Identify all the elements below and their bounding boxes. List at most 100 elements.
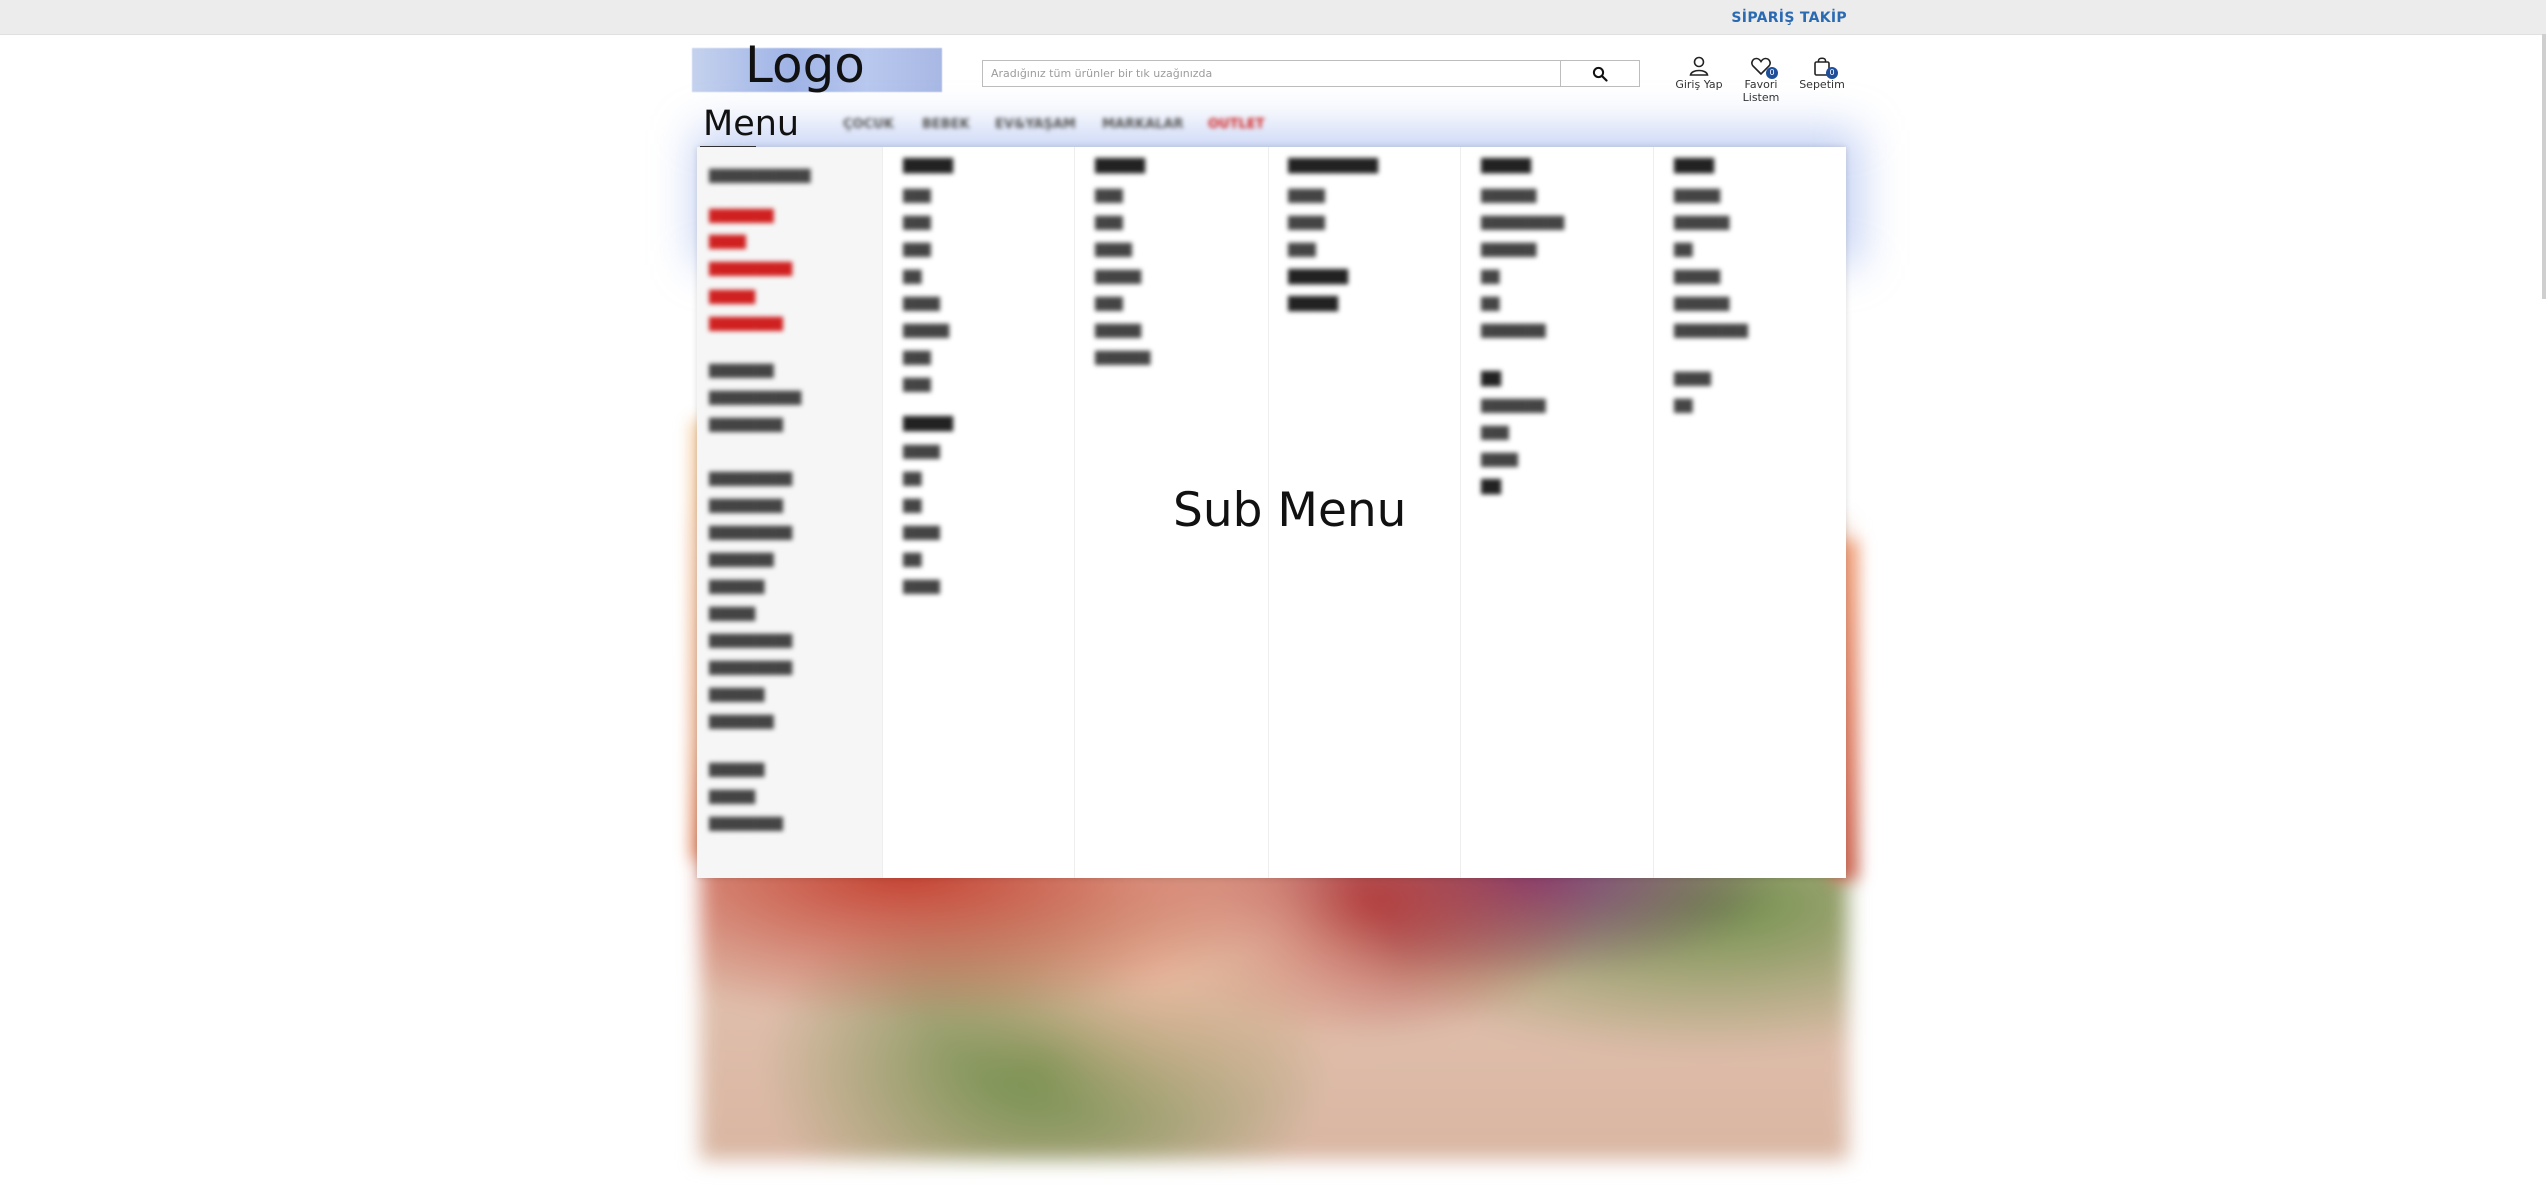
page-scrollbar[interactable]: [2542, 34, 2546, 299]
sub-menu-blurred-heading[interactable]: ██: [1481, 480, 1501, 495]
sub-menu-blurred-link[interactable]: ███: [903, 351, 931, 365]
favorites-count-badge: 0: [1766, 67, 1778, 79]
sub-menu-blurred-link[interactable]: ████: [1095, 243, 1132, 257]
sub-menu-blurred-link[interactable]: ███: [1095, 297, 1123, 311]
sub-menu-blurred-heading[interactable]: █████████: [1288, 159, 1378, 174]
sub-menu-blurred-heading[interactable]: █████: [1481, 159, 1531, 174]
sub-menu-blurred-link[interactable]: ████: [1481, 453, 1518, 467]
sub-menu-panel: ███████████ ███████ ████ █████████ █████…: [697, 147, 1846, 878]
search-input[interactable]: [983, 61, 1574, 86]
sub-menu-blurred-link[interactable]: ███████: [709, 209, 774, 223]
sub-menu-blurred-heading[interactable]: ████: [1674, 159, 1714, 174]
sub-menu-blurred-link[interactable]: ██████████: [709, 391, 801, 405]
sub-menu-blurred-link[interactable]: ██████: [1481, 189, 1536, 203]
sub-menu-blurred-link[interactable]: █████████: [709, 262, 792, 276]
sub-menu-blurred-link[interactable]: ██████: [709, 580, 764, 594]
sub-menu-label: Sub Menu: [1173, 483, 1407, 538]
sub-menu-blurred-link[interactable]: ███████████: [709, 169, 811, 183]
sub-menu-blurred-link[interactable]: ███: [1288, 243, 1316, 257]
sub-menu-blurred-link[interactable]: ██████: [1674, 297, 1729, 311]
sub-menu-blurred-link[interactable]: ████: [903, 580, 940, 594]
search-button[interactable]: [1560, 61, 1639, 86]
sub-menu-blurred-link[interactable]: ██: [1481, 270, 1499, 284]
sub-menu-blurred-link[interactable]: ███: [1481, 426, 1509, 440]
favorites-button[interactable]: 0 Favori Listem: [1730, 55, 1792, 104]
nav-item[interactable]: ÇOCUK: [843, 117, 894, 133]
logo-label: Logo: [745, 36, 865, 94]
sub-menu-blurred-link[interactable]: ██████: [709, 763, 764, 777]
sub-menu-blurred-link[interactable]: ███: [1095, 189, 1123, 203]
sub-menu-blurred-link[interactable]: ██: [903, 270, 921, 284]
sub-menu-blurred-link[interactable]: ██: [903, 472, 921, 486]
sub-menu-blurred-link[interactable]: █████: [1095, 270, 1141, 284]
nav-item[interactable]: MARKALAR: [1102, 117, 1184, 133]
search-icon: [1592, 66, 1608, 82]
sub-menu-blurred-link[interactable]: ██████: [1095, 351, 1150, 365]
sub-menu-blurred-heading[interactable]: █████: [1095, 159, 1145, 174]
sub-menu-blurred-link[interactable]: ████: [1674, 372, 1711, 386]
sub-menu-blurred-link[interactable]: ████: [1288, 189, 1325, 203]
sub-menu-blurred-link[interactable]: █████: [903, 324, 949, 338]
sub-menu-blurred-link[interactable]: ██: [1674, 399, 1692, 413]
column-divider: [1074, 147, 1075, 878]
sub-menu-blurred-link[interactable]: ██████: [1674, 216, 1729, 230]
sub-menu-blurred-heading[interactable]: ██████: [1288, 270, 1348, 285]
login-label: Giriş Yap: [1675, 78, 1723, 91]
sub-menu-blurred-link[interactable]: ████: [1288, 216, 1325, 230]
sub-menu-blurred-link[interactable]: ██████: [709, 688, 764, 702]
sub-menu-blurred-link[interactable]: █████████: [709, 526, 792, 540]
sub-menu-blurred-link[interactable]: █████: [1674, 270, 1720, 284]
sub-menu-blurred-link[interactable]: ███████: [709, 715, 774, 729]
sub-menu-blurred-link[interactable]: █████████: [709, 472, 792, 486]
nav-item-outlet[interactable]: OUTLET: [1208, 117, 1265, 133]
sub-menu-blurred-link[interactable]: █████████: [709, 634, 792, 648]
sub-menu-blurred-link[interactable]: ████████: [709, 817, 783, 831]
sub-menu-blurred-link[interactable]: ████████: [709, 418, 783, 432]
sub-menu-blurred-link[interactable]: █████: [709, 290, 755, 304]
sub-menu-blurred-link[interactable]: ███████: [709, 553, 774, 567]
sub-menu-blurred-link[interactable]: ██: [903, 499, 921, 513]
top-bar: SİPARİŞ TAKİP: [0, 0, 2546, 35]
sub-menu-blurred-heading[interactable]: █████: [903, 417, 953, 432]
sub-menu-blurred-heading[interactable]: █████: [1288, 297, 1338, 312]
cart-button[interactable]: 0 Sepetim: [1794, 55, 1850, 91]
sub-menu-blurred-link[interactable]: ███: [903, 378, 931, 392]
sub-menu-blurred-link[interactable]: █████: [1674, 189, 1720, 203]
sub-menu-blurred-link[interactable]: ████: [903, 526, 940, 540]
sub-menu-blurred-link[interactable]: ████: [903, 445, 940, 459]
favorites-label: Favori Listem: [1742, 78, 1780, 104]
sub-menu-blurred-link[interactable]: ████████: [709, 499, 783, 513]
sub-menu-blurred-link[interactable]: ███: [903, 243, 931, 257]
menu-label[interactable]: Menu: [703, 104, 799, 144]
sub-menu-blurred-link[interactable]: █████: [709, 790, 755, 804]
column-divider: [882, 147, 883, 878]
sub-menu-blurred-link[interactable]: ██████: [1481, 243, 1536, 257]
sub-menu-blurred-link[interactable]: █████: [1095, 324, 1141, 338]
sub-menu-blurred-link[interactable]: ██: [903, 553, 921, 567]
sub-menu-blurred-link[interactable]: ████: [709, 235, 746, 249]
sub-menu-blurred-link[interactable]: ████████: [709, 317, 783, 331]
sub-menu-blurred-link[interactable]: ███████: [1481, 324, 1546, 338]
nav-item[interactable]: BEBEK: [922, 117, 970, 133]
cart-label: Sepetim: [1799, 78, 1845, 91]
sub-menu-blurred-link[interactable]: ██: [1481, 297, 1499, 311]
sub-menu-blurred-heading[interactable]: █████: [903, 159, 953, 174]
sub-menu-blurred-link[interactable]: █████: [709, 607, 755, 621]
sub-menu-blurred-link[interactable]: ███: [1095, 216, 1123, 230]
sub-menu-blurred-link[interactable]: ████: [903, 297, 940, 311]
column-divider: [1460, 147, 1461, 878]
sub-menu-blurred-link[interactable]: ███████: [1481, 399, 1546, 413]
sub-menu-blurred-link[interactable]: ███: [903, 189, 931, 203]
sub-menu-blurred-link[interactable]: ████████: [1674, 324, 1748, 338]
search-bar: [982, 60, 1640, 87]
sub-menu-blurred-link[interactable]: █████████: [709, 661, 792, 675]
sub-menu-blurred-heading[interactable]: ██: [1481, 372, 1501, 387]
login-button[interactable]: Giriş Yap: [1669, 55, 1729, 91]
nav-item[interactable]: EV&YAŞAM: [995, 117, 1076, 133]
sub-menu-blurred-link[interactable]: █████████: [1481, 216, 1564, 230]
sub-menu-blurred-link[interactable]: ███████: [709, 364, 774, 378]
sub-menu-blurred-link[interactable]: ██: [1674, 243, 1692, 257]
sub-menu-blurred-link[interactable]: ███: [903, 216, 931, 230]
order-tracking-link[interactable]: SİPARİŞ TAKİP: [1731, 10, 1847, 26]
cart-count-badge: 0: [1826, 67, 1838, 79]
